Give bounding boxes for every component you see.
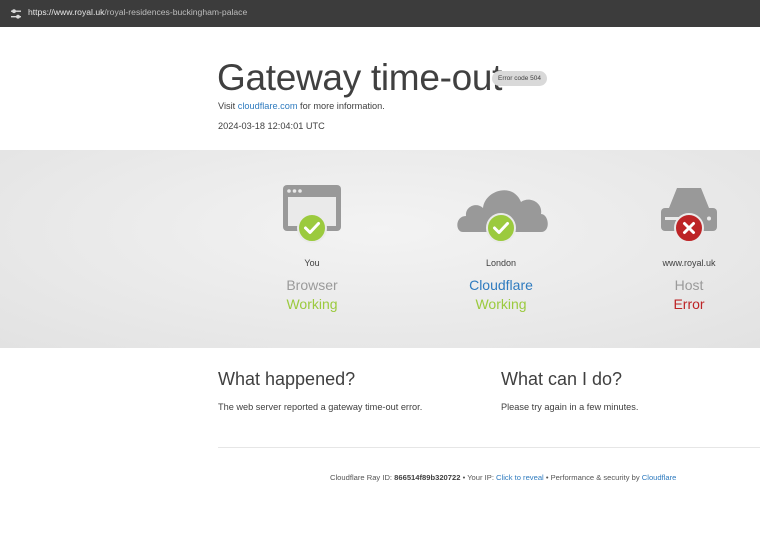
url-host: https://www.royal.uk <box>28 7 105 17</box>
check-icon <box>486 213 516 243</box>
what-happened-heading: What happened? <box>218 369 356 389</box>
footer-sep: • Your IP: <box>460 473 497 482</box>
what-can-i-do-text: Please try again in a few minutes. <box>501 402 639 412</box>
reveal-ip-button[interactable]: Click to reveal <box>496 473 544 482</box>
cloudflare-footer-link[interactable]: Cloudflare <box>642 473 677 482</box>
cloudflare-link[interactable]: cloudflare.com <box>238 101 298 111</box>
error-header: Gateway time-out Error code 504 Visit cl… <box>0 27 760 150</box>
info-section: What happened? The web server reported a… <box>0 348 760 540</box>
node-location: London <box>485 258 517 268</box>
ray-label: Cloudflare Ray ID: <box>330 473 395 482</box>
url-path: /royal-residences-buckingham-palace <box>104 7 248 17</box>
what-happened-text: The web server reported a gateway time-o… <box>218 402 423 412</box>
what-can-i-do-heading: What can I do? <box>501 369 623 389</box>
node-status: Working <box>286 296 338 312</box>
node-name: Host <box>674 277 704 293</box>
cloudflare-node-link[interactable]: Cloudflare <box>421 277 581 293</box>
tune-icon[interactable] <box>10 8 22 20</box>
node-location: You <box>304 258 320 268</box>
page-title: Gateway time-out <box>217 57 503 98</box>
x-icon <box>674 213 704 243</box>
node-status: Error <box>673 296 705 312</box>
node-status: Working <box>475 296 527 312</box>
visit-prefix: Visit <box>218 101 238 111</box>
node-location: www.royal.uk <box>662 258 716 268</box>
address-bar[interactable]: https://www.royal.uk/royal-residences-bu… <box>0 0 760 28</box>
error-code-badge: Error code 504 <box>492 71 547 86</box>
url-text[interactable]: https://www.royal.uk/royal-residences-bu… <box>28 7 247 17</box>
footer: Cloudflare Ray ID: 866514f89b320722 • Yo… <box>330 473 676 482</box>
timestamp: 2024-03-18 12:04:01 UTC <box>218 121 325 131</box>
ray-id: 866514f89b320722 <box>394 473 461 482</box>
footer-sep: • Performance & security by <box>543 473 642 482</box>
visit-line: Visit cloudflare.com for more informatio… <box>218 101 385 111</box>
divider <box>218 447 760 448</box>
check-icon <box>297 213 327 243</box>
visit-suffix: for more information. <box>297 101 385 111</box>
node-name: Browser <box>286 277 338 293</box>
status-band: You Browser Working London Cloudflare Wo… <box>0 150 760 498</box>
